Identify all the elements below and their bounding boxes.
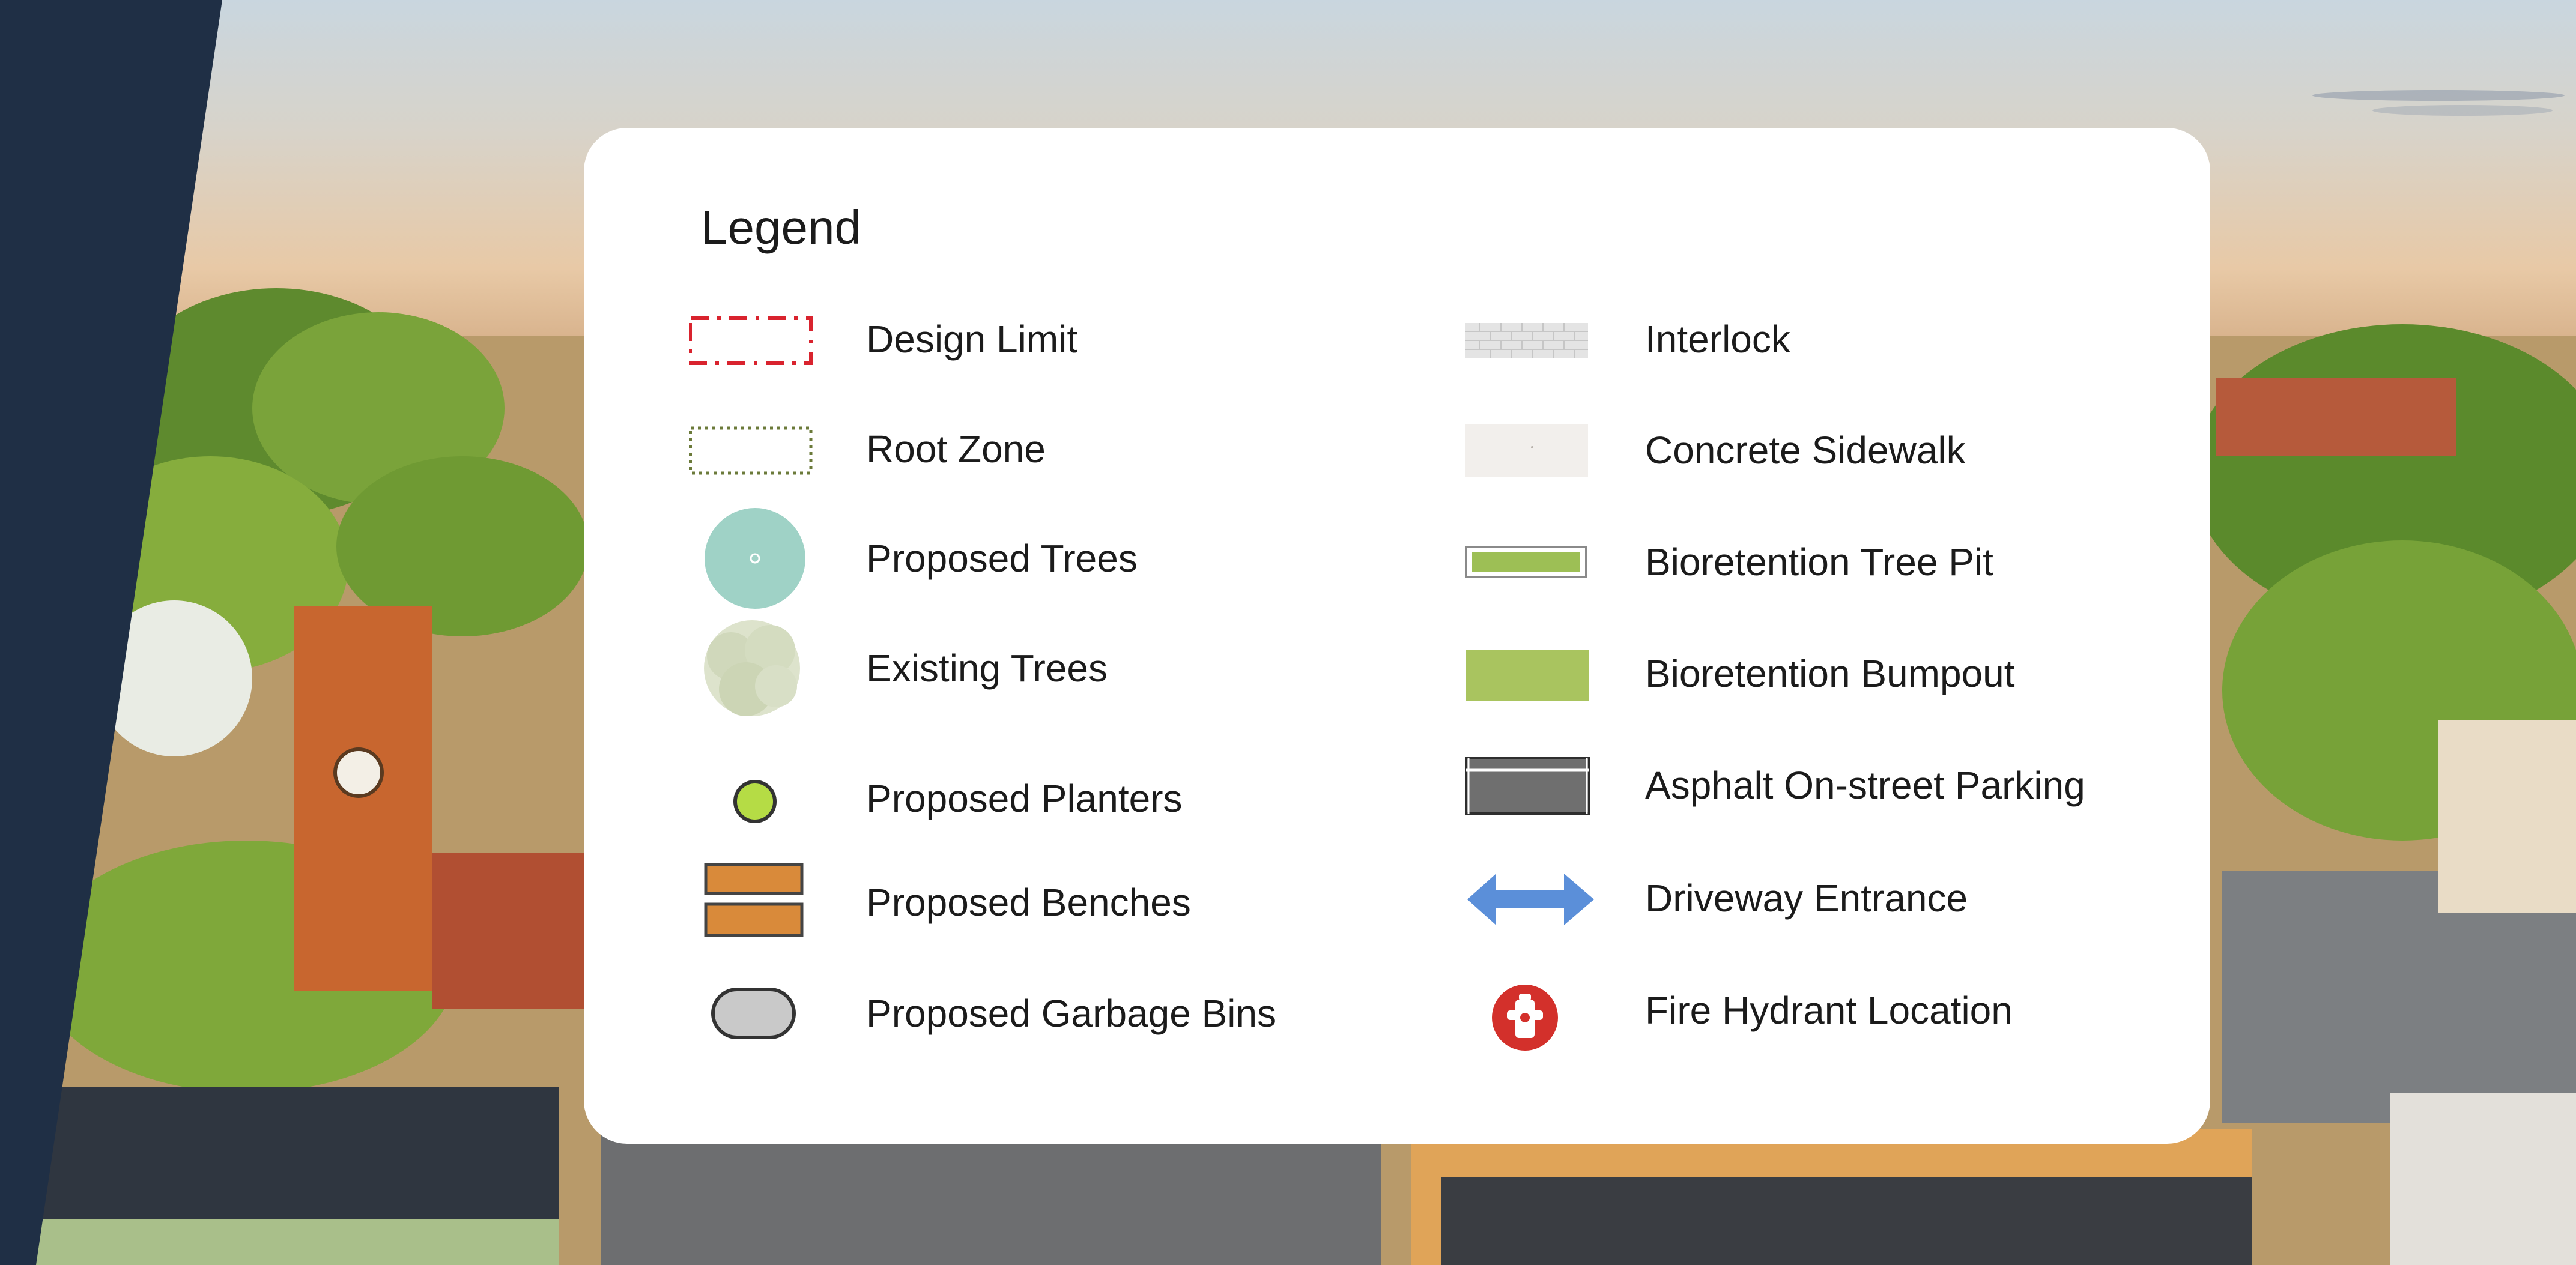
legend-label: Design Limit	[866, 318, 1078, 361]
legend-label: Bioretention Bumpout	[1645, 652, 2015, 695]
legend-label: Asphalt On-street Parking	[1645, 764, 2085, 807]
legend-item-concrete-sidewalk: Concrete Sidewalk	[1465, 417, 2186, 483]
apartment-building	[2216, 378, 2456, 456]
driveway-arrow-icon	[1465, 865, 1603, 931]
legend-label: Proposed Trees	[866, 537, 1138, 580]
concrete-sidewalk-icon	[1465, 417, 1603, 483]
legend-item-interlock: Interlock	[1465, 306, 2186, 372]
bioretention-bumpout-icon	[1465, 641, 1603, 707]
legend-label: Proposed Benches	[866, 881, 1191, 924]
storefront-roof	[1441, 1177, 2252, 1265]
house	[2438, 720, 2576, 913]
legend-item-root-zone: Root Zone	[686, 416, 1226, 482]
bioretention-tree-pit-icon	[1465, 529, 1603, 595]
legend-item-bioretention-tree-pit: Bioretention Tree Pit	[1465, 529, 2186, 595]
legend-item-proposed-trees: Proposed Trees	[686, 498, 1226, 618]
legend-item-existing-trees: Existing Trees	[686, 608, 1226, 728]
legend-label: Concrete Sidewalk	[1645, 429, 1966, 472]
brick-building	[432, 853, 601, 1009]
house-roof	[2390, 1093, 2576, 1265]
garbage-bin-icon	[686, 980, 824, 1046]
legend-label: Root Zone	[866, 427, 1046, 471]
legend-label: Fire Hydrant Location	[1645, 989, 2013, 1032]
legend-item-fire-hydrant: Fire Hydrant Location	[1465, 968, 2186, 1052]
clock-face	[333, 747, 384, 798]
cloud	[2312, 90, 2565, 101]
legend-item-asphalt-parking: Asphalt On-street Parking	[1465, 752, 2186, 818]
legend-item-driveway-entrance: Driveway Entrance	[1465, 865, 2186, 931]
legend-card: Legend Design Limit Root Zone Proposed T…	[584, 128, 2210, 1144]
cloud	[2372, 105, 2553, 116]
legend-title: Legend	[701, 201, 861, 254]
legend-item-proposed-garbage-bins: Proposed Garbage Bins	[686, 980, 1276, 1046]
existing-tree-icon	[686, 608, 824, 728]
building	[18, 1219, 559, 1265]
legend-label: Bioretention Tree Pit	[1645, 540, 1993, 584]
roof	[18, 1087, 559, 1225]
root-zone-icon	[686, 416, 824, 482]
legend-item-proposed-benches: Proposed Benches	[686, 857, 1226, 947]
legend-item-design-limit: Design Limit	[686, 306, 1226, 372]
clock-tower	[294, 606, 432, 991]
legend-item-bioretention-bumpout: Bioretention Bumpout	[1465, 641, 2186, 707]
interlock-icon	[1465, 306, 1603, 372]
bench-icon	[686, 857, 824, 947]
planter-icon	[686, 765, 824, 832]
fire-hydrant-icon	[1465, 968, 1603, 1052]
legend-label: Proposed Garbage Bins	[866, 992, 1277, 1035]
legend-label: Proposed Planters	[866, 777, 1183, 820]
asphalt-parking-icon	[1465, 752, 1603, 818]
proposed-tree-icon	[686, 498, 824, 618]
legend-item-proposed-planters: Proposed Planters	[686, 765, 1226, 832]
legend-label: Interlock	[1645, 318, 1790, 361]
legend-label: Driveway Entrance	[1645, 877, 1968, 920]
legend-label: Existing Trees	[866, 647, 1108, 690]
design-limit-icon	[686, 306, 824, 372]
